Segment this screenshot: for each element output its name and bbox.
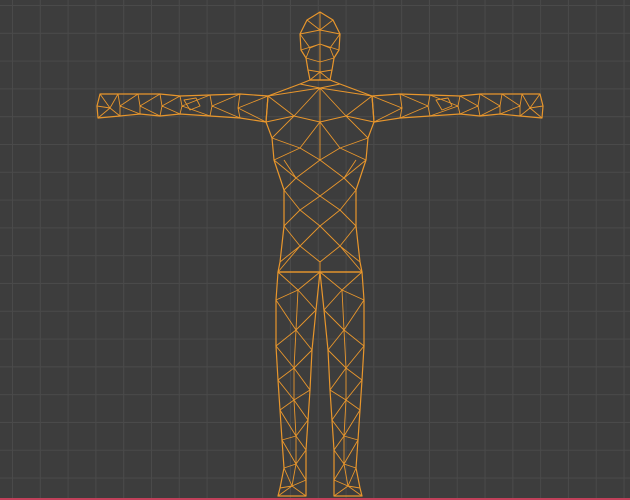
torso-mesh [265,79,375,273]
3d-viewport[interactable] [0,0,630,500]
left-arm-mesh [96,93,269,123]
head-mesh [299,11,341,81]
right-arm-mesh [371,93,544,123]
right-leg-mesh [319,271,365,497]
human-mesh-wireframe[interactable] [0,0,630,500]
left-leg-mesh [275,271,321,497]
